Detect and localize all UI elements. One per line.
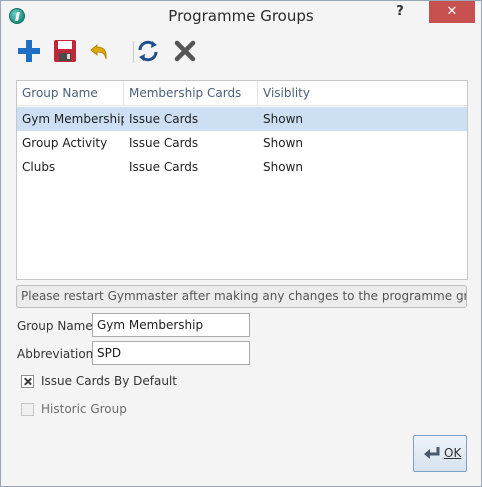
historic-group-checkbox[interactable] [21,403,34,416]
issue-cards-label[interactable]: Issue Cards By Default [41,374,177,388]
abbreviation-label: Abbreviation [17,347,94,361]
group-name-input[interactable] [92,313,250,337]
refresh-button[interactable] [134,37,162,65]
column-header-group-name[interactable]: Group Name [17,81,124,106]
delete-icon [174,40,196,62]
cell-visibility: Shown [263,112,303,126]
save-icon [54,40,76,62]
delete-button[interactable] [171,37,199,65]
save-button[interactable] [51,37,79,65]
cell-group-name: Gym Membership [22,112,124,126]
enter-arrow-icon [424,447,440,459]
help-button[interactable]: ? [386,1,414,23]
list-header: Group Name Membership Cards Visiblity [17,81,467,106]
add-icon [18,40,40,62]
cell-visibility: Shown [263,136,303,150]
table-row[interactable]: Gym Membership Issue Cards Shown [17,107,467,131]
column-header-membership-cards[interactable]: Membership Cards [124,81,258,106]
cell-visibility: Shown [263,160,303,174]
cell-group-name: Group Activity [22,136,108,150]
programme-groups-list[interactable]: Group Name Membership Cards Visiblity Gy… [16,80,468,280]
cell-membership-cards: Issue Cards [129,112,199,126]
historic-group-label[interactable]: Historic Group [41,402,127,416]
ok-label: OK [444,446,462,460]
cell-group-name: Clubs [22,160,56,174]
restart-notice: Please restart Gymmaster after making an… [16,285,467,308]
issue-cards-checkbox[interactable] [21,375,34,388]
table-row[interactable]: Clubs Issue Cards Shown [17,155,467,179]
programme-groups-window: Programme Groups ? ✕ Group Name Membersh… [0,0,482,487]
undo-icon [90,44,107,60]
undo-button[interactable] [87,37,115,65]
column-header-visibility[interactable]: Visiblity [258,81,467,106]
cell-membership-cards: Issue Cards [129,136,199,150]
toolbar [11,37,471,67]
close-button[interactable]: ✕ [429,1,475,23]
cell-membership-cards: Issue Cards [129,160,199,174]
add-button[interactable] [15,37,43,65]
refresh-icon [138,40,158,62]
ok-button[interactable]: OK [413,435,467,472]
table-row[interactable]: Group Activity Issue Cards Shown [17,131,467,155]
group-name-label: Group Name [17,319,93,333]
title-bar[interactable]: Programme Groups ? ✕ [1,1,481,31]
abbreviation-input[interactable] [92,341,250,365]
